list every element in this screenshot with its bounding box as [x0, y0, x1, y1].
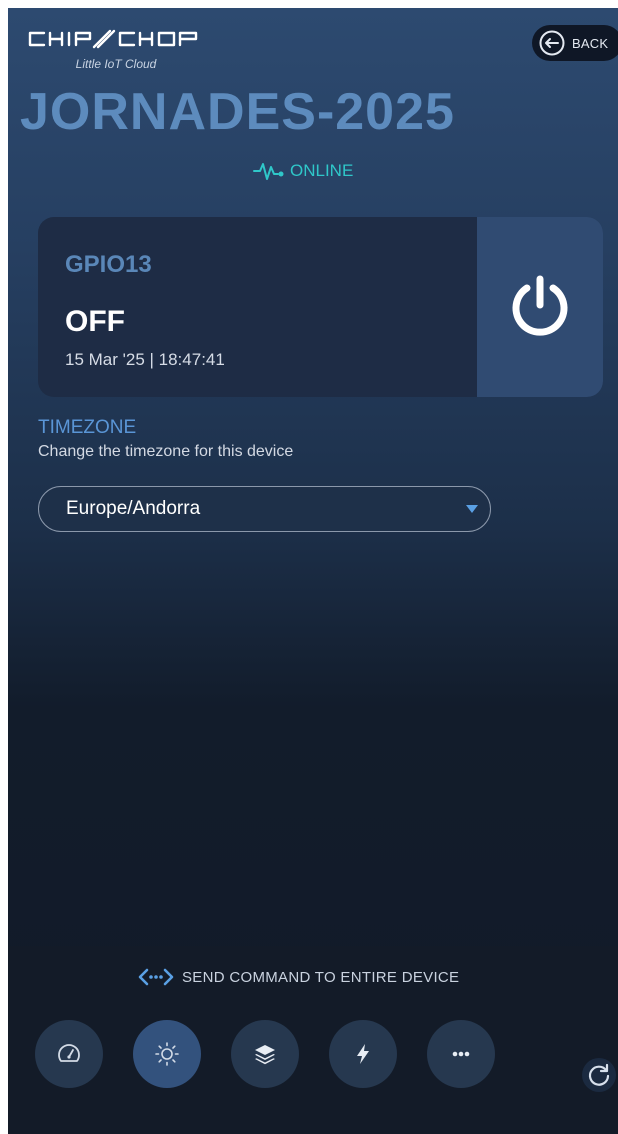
gpio-pin-name: GPIO13 [65, 251, 152, 278]
chipchop-logo: Little IoT Cloud [28, 28, 224, 74]
brand-tagline: Little IoT Cloud [75, 57, 157, 71]
gpio-timestamp: 15 Mar '25 | 18:47:41 [65, 350, 225, 369]
back-button[interactable]: BACK [532, 25, 618, 61]
pulse-icon [253, 163, 284, 180]
timezone-selected-value: Europe/Andorra [66, 498, 201, 519]
chevron-down-icon [466, 505, 478, 513]
nav-dashboard-button[interactable] [35, 1020, 103, 1088]
dashboard-gauge-icon [58, 1044, 80, 1062]
power-toggle-button[interactable] [477, 217, 603, 397]
gpio-state: OFF [65, 305, 125, 338]
timezone-help: Change the timezone for this device [38, 443, 294, 460]
power-icon [512, 275, 568, 336]
gpio-card: GPIO13 OFF 15 Mar '25 | 18:47:41 [38, 217, 603, 397]
lightning-icon [357, 1044, 369, 1064]
device-status: ONLINE [253, 159, 353, 183]
nav-sun-button[interactable] [133, 1020, 201, 1088]
device-name: JORNADES-2025 [20, 83, 455, 141]
chipchop-wordmark [28, 29, 198, 49]
refresh-icon [588, 1063, 610, 1086]
status-label: ONLINE [290, 161, 354, 180]
sun-icon [155, 1042, 179, 1066]
app-screen: Little IoT Cloud BACK JORNADES-2025 ONLI… [8, 8, 618, 1134]
send-command-icon [138, 968, 174, 986]
back-label: BACK [572, 35, 609, 51]
send-command-label: SEND COMMAND TO ENTIRE DEVICE [182, 968, 460, 986]
bottom-bar: SEND COMMAND TO ENTIRE DEVICE [8, 946, 618, 1134]
nav-lightning-button[interactable] [329, 1020, 397, 1088]
send-command-button[interactable]: SEND COMMAND TO ENTIRE DEVICE [138, 966, 459, 988]
nav-more-button[interactable] [427, 1020, 495, 1088]
refresh-button[interactable] [582, 1058, 616, 1092]
layers-icon [255, 1045, 275, 1065]
timezone-label: TIMEZONE [38, 417, 137, 438]
more-icon [452, 1051, 470, 1057]
timezone-select[interactable]: Europe/Andorra [38, 486, 491, 532]
nav-layers-button[interactable] [231, 1020, 299, 1088]
back-arrow-icon [539, 30, 565, 56]
